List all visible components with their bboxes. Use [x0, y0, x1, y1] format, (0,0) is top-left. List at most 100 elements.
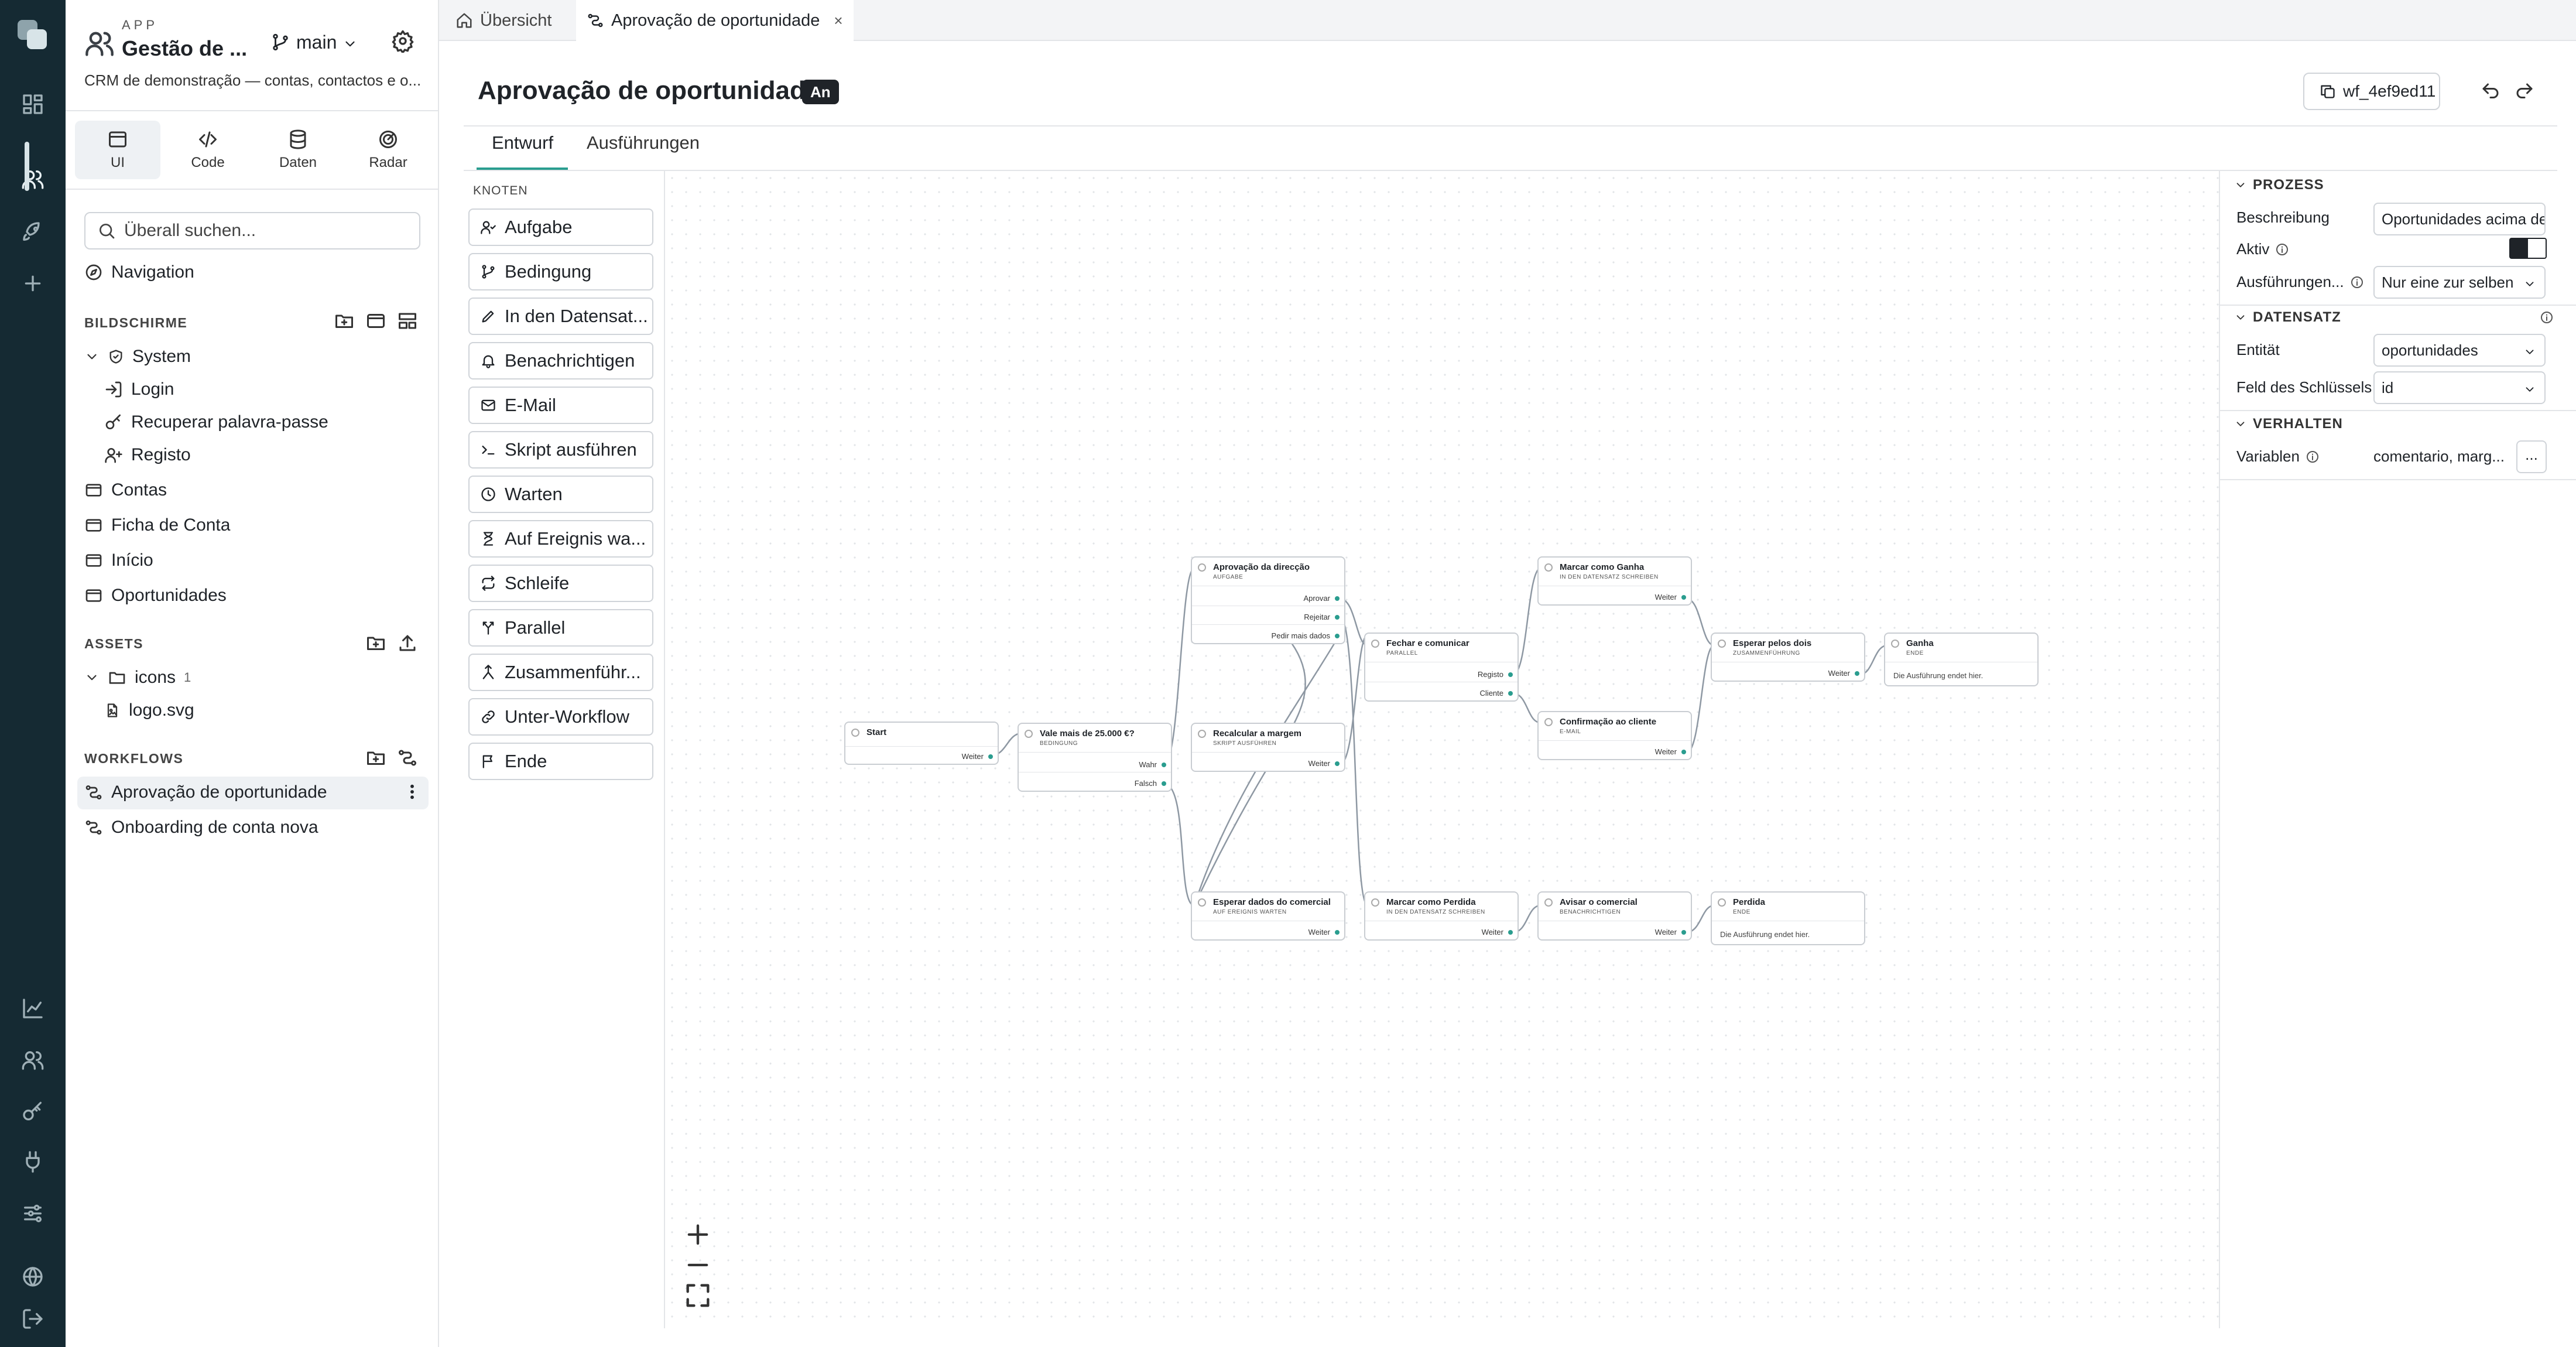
- palette-item-wait-event[interactable]: Auf Ereignis wa...: [468, 520, 653, 558]
- key-field-select[interactable]: id: [2373, 371, 2546, 404]
- node-condition[interactable]: Vale mais de 25.000 €? BEDINGUNG Wahr Fa…: [1018, 723, 1172, 792]
- output-port[interactable]: [1508, 930, 1513, 935]
- output-port[interactable]: [1681, 750, 1686, 754]
- variables-more-button[interactable]: ...: [2516, 440, 2547, 473]
- new-workflow-icon[interactable]: [397, 747, 418, 768]
- active-toggle[interactable]: [2509, 238, 2547, 259]
- asset-file-logo[interactable]: logo.svg: [104, 700, 194, 720]
- screen-item-registo[interactable]: Registo: [104, 445, 191, 465]
- workflow-item-onboarding[interactable]: Onboarding de conta nova: [84, 818, 318, 837]
- output-port[interactable]: [1335, 615, 1340, 620]
- rocket-icon[interactable]: [21, 220, 44, 244]
- output-port[interactable]: [1335, 634, 1340, 638]
- screen-item-login[interactable]: Login: [104, 380, 174, 399]
- node-close-parallel[interactable]: Fechar e comunicar PARALLEL Registo Clie…: [1364, 633, 1519, 702]
- add-icon[interactable]: [21, 272, 44, 295]
- palette-item-merge[interactable]: Zusammenführ...: [468, 654, 653, 691]
- node-confirm-client[interactable]: Confirmação ao cliente E-MAIL Weiter: [1537, 711, 1692, 760]
- apps-users-icon[interactable]: [21, 142, 44, 191]
- dashboard-icon[interactable]: [21, 93, 44, 116]
- mode-tab-ui[interactable]: UI: [75, 121, 160, 179]
- node-approval[interactable]: Aprovação da direcção AUFGABE Aprovar Re…: [1191, 556, 1345, 644]
- undo-icon[interactable]: [2480, 81, 2501, 102]
- node-mark-lost[interactable]: Marcar como Perdida IN DEN DATENSATZ SCH…: [1364, 891, 1519, 941]
- palette-item-condition[interactable]: Bedingung: [468, 253, 653, 290]
- output-port[interactable]: [988, 754, 993, 759]
- output-port[interactable]: [1681, 930, 1686, 935]
- zoom-out-icon[interactable]: [683, 1250, 713, 1280]
- zoom-in-icon[interactable]: [683, 1219, 713, 1250]
- node-start[interactable]: Start Weiter: [844, 722, 999, 765]
- output-port[interactable]: [1335, 930, 1340, 935]
- output-port[interactable]: [1162, 781, 1166, 786]
- output-port[interactable]: [1335, 761, 1340, 766]
- tab-runs[interactable]: Ausführungen: [587, 132, 700, 153]
- sliders-icon[interactable]: [21, 1202, 44, 1225]
- palette-item-end[interactable]: Ende: [468, 743, 653, 780]
- workflow-item-aprovacao[interactable]: Aprovação de oportunidade: [84, 782, 327, 802]
- screen-item-recuperar[interactable]: Recuperar palavra-passe: [104, 412, 328, 432]
- search-input[interactable]: Überall suchen...: [84, 212, 420, 249]
- screen-item-oportunidades[interactable]: Oportunidades: [84, 586, 227, 606]
- entity-select[interactable]: oportunidades: [2373, 334, 2546, 367]
- key-icon[interactable]: [21, 1100, 44, 1123]
- app-name[interactable]: Gestão de ...: [122, 36, 247, 61]
- fit-view-icon[interactable]: [683, 1280, 713, 1311]
- output-port[interactable]: [1855, 671, 1859, 676]
- branch-selector[interactable]: main: [270, 30, 358, 54]
- palette-item-script[interactable]: Skript ausführen: [468, 431, 653, 469]
- new-folder-icon[interactable]: [334, 310, 355, 331]
- palette-item-loop[interactable]: Schleife: [468, 565, 653, 602]
- runs-select[interactable]: Nur eine zur selben: [2373, 266, 2546, 299]
- mode-tab-code[interactable]: Code: [165, 121, 251, 179]
- users-icon[interactable]: [21, 1048, 44, 1072]
- tab-workflow[interactable]: Aprovação de oportunidade ×: [576, 0, 854, 41]
- screen-item-ficha[interactable]: Ficha de Conta: [84, 515, 230, 535]
- section-process[interactable]: PROZESS: [2234, 177, 2324, 193]
- screen-item-contas[interactable]: Contas: [84, 480, 167, 500]
- redo-icon[interactable]: [2514, 81, 2535, 102]
- node-wait-data[interactable]: Esperar dados do comercial AUF EREIGNIS …: [1191, 891, 1345, 941]
- palette-item-parallel[interactable]: Parallel: [468, 609, 653, 647]
- section-behavior[interactable]: VERHALTEN: [2234, 416, 2343, 432]
- layout-icon[interactable]: [397, 310, 418, 331]
- output-port[interactable]: [1681, 595, 1686, 600]
- node-mark-won[interactable]: Marcar como Ganha IN DEN DATENSATZ SCHRE…: [1537, 556, 1692, 606]
- globe-icon[interactable]: [21, 1265, 44, 1288]
- settings-gear-icon[interactable]: [391, 29, 415, 54]
- node-end-lost[interactable]: Perdida ENDE Die Ausführung endet hier.: [1711, 891, 1865, 945]
- navigation-item[interactable]: Navigation: [84, 262, 194, 282]
- palette-item-task[interactable]: Aufgabe: [468, 208, 653, 246]
- new-folder-icon[interactable]: [365, 633, 386, 654]
- new-screen-icon[interactable]: [365, 310, 386, 331]
- tab-overview[interactable]: Übersicht: [445, 0, 563, 41]
- section-dataset[interactable]: DATENSATZ: [2234, 309, 2341, 326]
- logout-icon[interactable]: [21, 1307, 44, 1331]
- analytics-icon[interactable]: [21, 997, 44, 1020]
- palette-item-write-record[interactable]: In den Datensat...: [468, 298, 653, 335]
- workflow-id-button[interactable]: wf_4ef9ed11: [2303, 73, 2440, 110]
- mode-tab-radar[interactable]: Radar: [345, 121, 431, 179]
- upload-icon[interactable]: [397, 633, 418, 654]
- screen-item-inicio[interactable]: Início: [84, 551, 153, 570]
- mode-tab-data[interactable]: Daten: [255, 121, 341, 179]
- node-wait-both[interactable]: Esperar pelos dois ZUSAMMENFÜHRUNG Weite…: [1711, 633, 1865, 682]
- output-port[interactable]: [1508, 672, 1513, 677]
- node-notify-sales[interactable]: Avisar o comercial BENACHRICHTIGEN Weite…: [1537, 891, 1692, 941]
- palette-item-wait[interactable]: Warten: [468, 476, 653, 513]
- palette-item-email[interactable]: E-Mail: [468, 387, 653, 424]
- palette-item-notify[interactable]: Benachrichtigen: [468, 342, 653, 380]
- output-port[interactable]: [1508, 691, 1513, 696]
- node-recalculate[interactable]: Recalcular a margem SKRIPT AUSFÜHREN Wei…: [1191, 723, 1345, 772]
- asset-folder-icons[interactable]: icons 1: [84, 668, 191, 688]
- output-port[interactable]: [1335, 596, 1340, 601]
- screen-group-system[interactable]: System: [84, 347, 191, 367]
- new-folder-icon[interactable]: [365, 747, 386, 768]
- tab-close-button[interactable]: ×: [834, 12, 842, 30]
- node-end-won[interactable]: Ganha ENDE Die Ausführung endet hier.: [1884, 633, 2039, 686]
- plug-icon[interactable]: [21, 1150, 44, 1174]
- tab-design[interactable]: Entwurf: [492, 132, 553, 153]
- workspace-logo[interactable]: [15, 18, 49, 52]
- description-field[interactable]: Oportunidades acima de: [2373, 203, 2546, 235]
- output-port[interactable]: [1162, 763, 1166, 767]
